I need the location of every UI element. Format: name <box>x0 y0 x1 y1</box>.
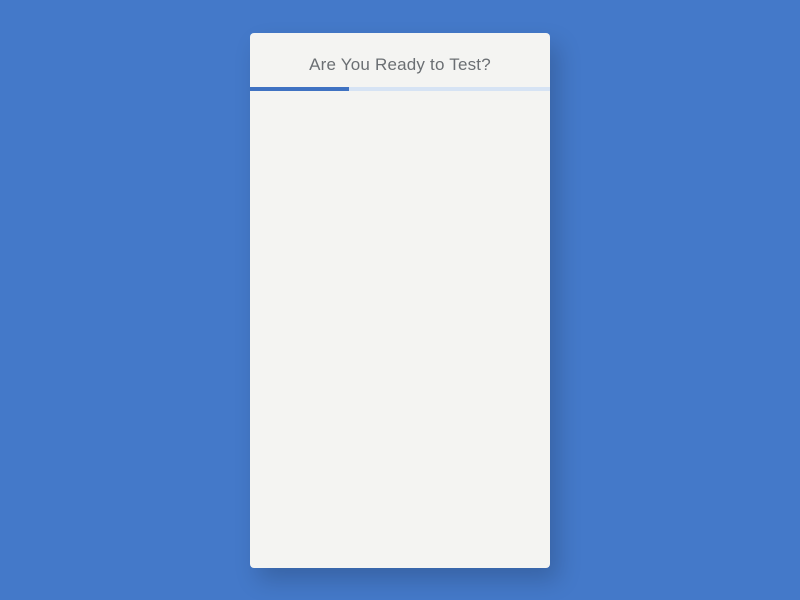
page-title: Are You Ready to Test? <box>250 55 550 75</box>
progress-fill <box>250 87 349 91</box>
progress-bar <box>250 87 550 91</box>
app-card: Are You Ready to Test? <box>250 33 550 568</box>
header: Are You Ready to Test? <box>250 33 550 87</box>
